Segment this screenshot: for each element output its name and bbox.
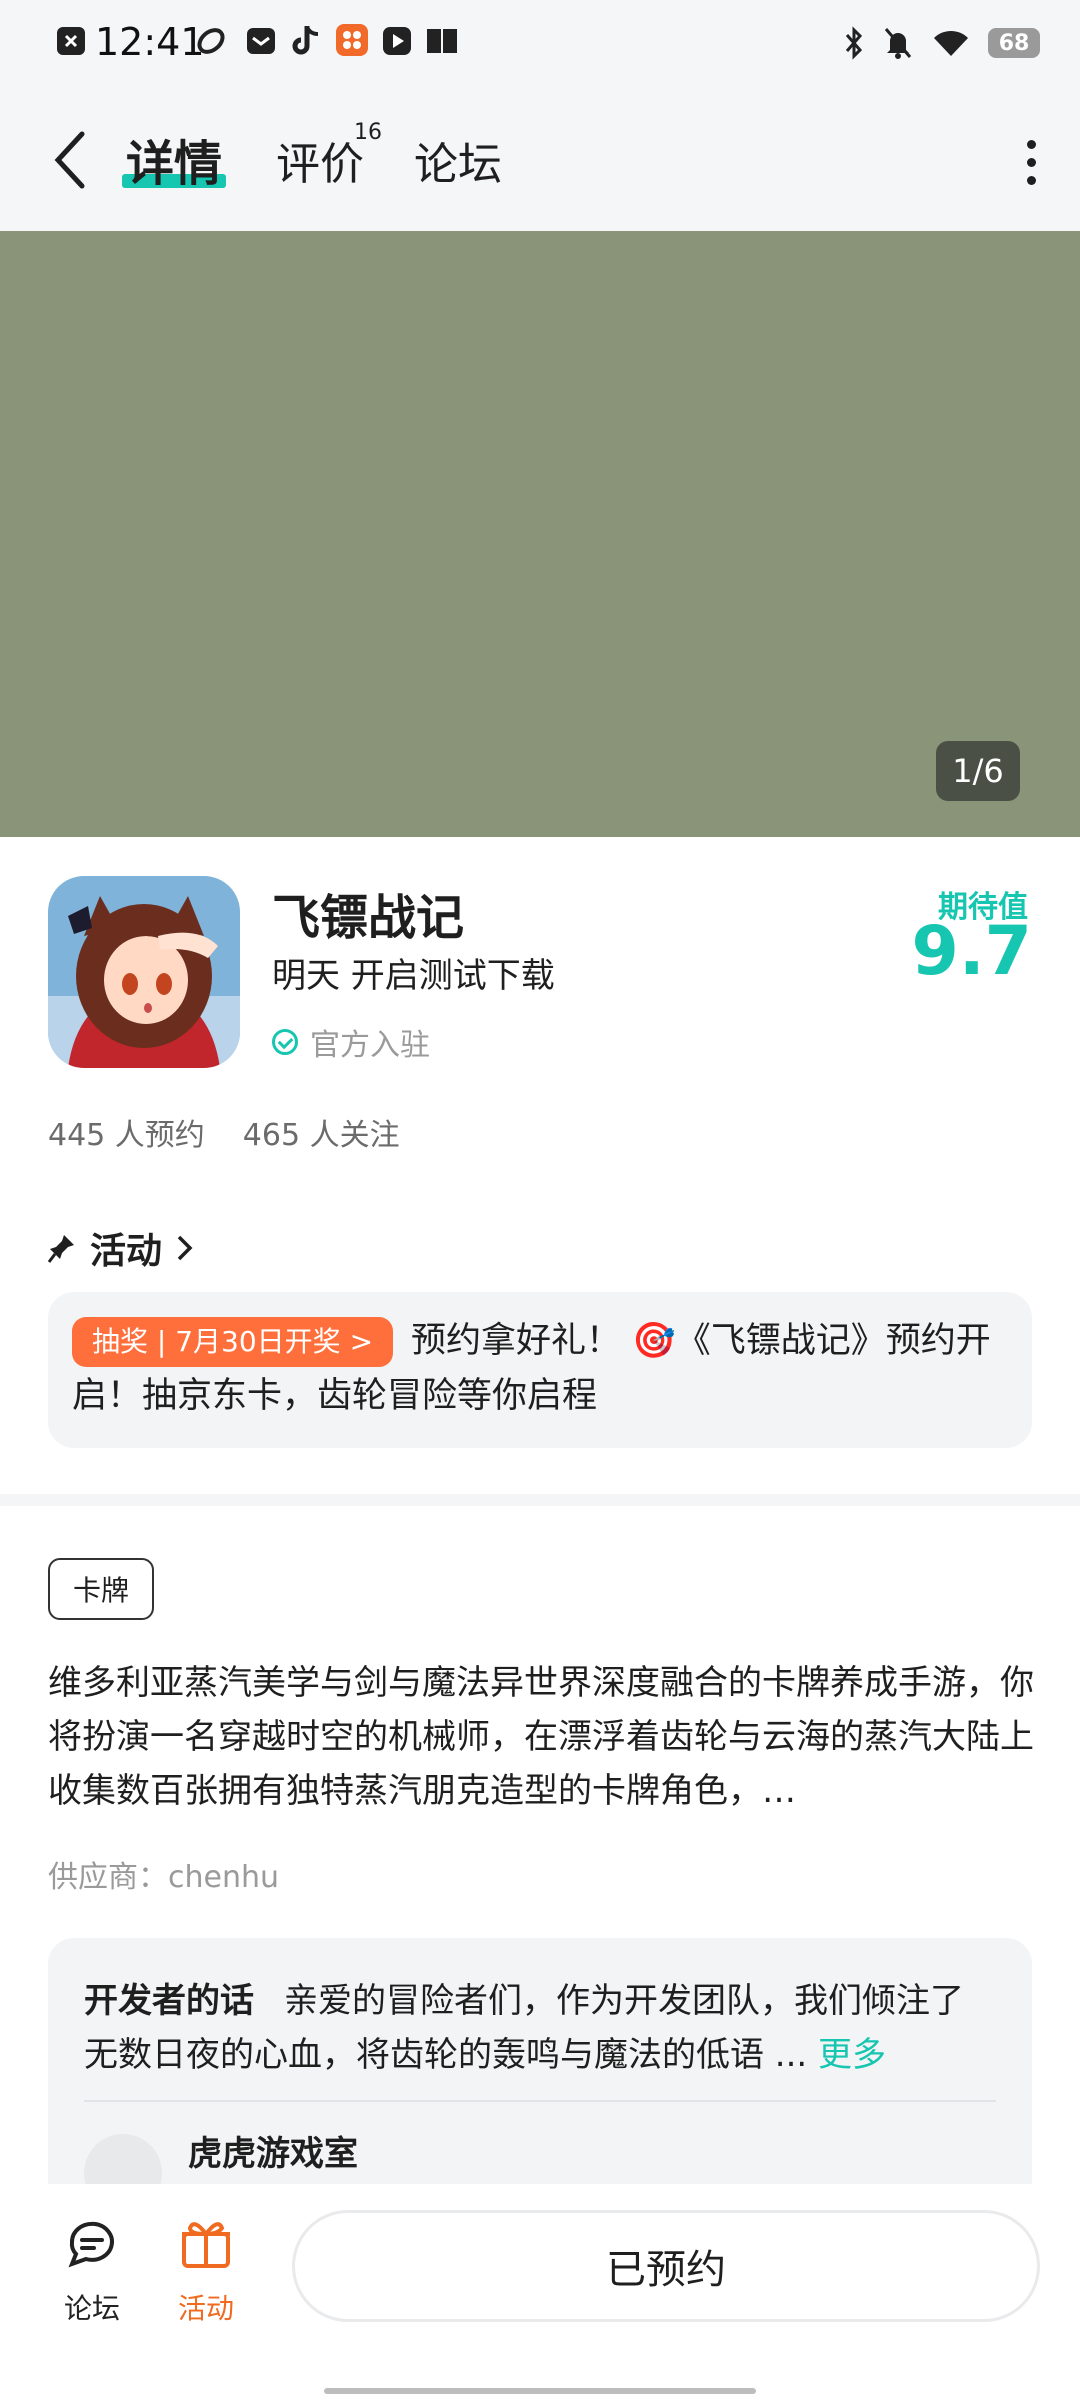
tab-reviews[interactable]: 评价 [276,128,364,192]
follower-count: 465 人关注 [242,1118,400,1153]
developer-card-divider [84,2100,996,2102]
activity-title: 活动 [90,1231,163,1272]
official-label: 官方入驻 [310,1028,430,1063]
bottom-activity-button[interactable]: 活动 [166,2212,246,2327]
back-arrow-icon[interactable] [50,130,94,190]
game-description[interactable]: 维多利亚蒸汽美学与剑与魔法异世界深度融合的卡牌养成手游，你将扮演一名穿越时空的机… [48,1656,1038,1818]
reserved-button[interactable]: 已预约 [292,2210,1040,2322]
play-icon [383,27,411,55]
category-tag[interactable]: 卡牌 [48,1558,154,1620]
orange-app-icon [336,24,368,56]
section-divider [0,1494,1080,1506]
chevron-right-icon [177,1235,193,1261]
check-circle-icon [272,1029,298,1055]
status-time: 12:41 [95,20,205,64]
lottery-badge[interactable]: 抽奖 | 7月30日开奖 > [72,1317,394,1367]
tab-details[interactable]: 详情 [126,124,222,194]
app-release-info: 明天 开启测试下载 [272,956,555,996]
wifi-icon [934,30,968,56]
bottom-action-bar: 论坛 活动 已预约 [0,2184,1080,2400]
media-banner[interactable]: 1/6 [0,231,1080,837]
banner-page-counter: 1/6 [936,741,1020,801]
battery-indicator: 68 [988,28,1040,58]
official-badge: 官方入驻 [272,1020,430,1064]
bottom-forum-button[interactable]: 论坛 [52,2212,132,2327]
activity-card[interactable]: 抽奖 | 7月30日开奖 > 预约拿好礼！ 🎯《飞镖战记》预约开启！抽京东卡，齿轮… [48,1292,1032,1448]
more-options-icon[interactable] [1026,140,1036,185]
developer-note-label: 开发者的话 [84,1981,254,2021]
app-icon [48,876,240,1068]
reservation-count: 445 人预约 [48,1118,205,1153]
home-indicator [324,2388,756,2394]
top-nav: 详情 评价 16 论坛 [0,86,1080,231]
status-bar: 12:41 68 [0,0,1080,86]
app-name: 飞镖战记 [272,890,465,946]
forum-chat-icon [68,2221,114,2268]
supplier-info: 供应商：chenhu [48,1860,280,1895]
book-icon [427,29,457,53]
close-notif-icon [57,27,85,55]
studio-name: 虎虎游戏室 [188,2134,358,2174]
mute-icon [884,28,912,59]
app-icon-1 [197,28,225,54]
status-right: 68 [844,22,1040,64]
reviews-count-badge: 16 [354,120,382,145]
tab-forum[interactable]: 论坛 [414,128,502,192]
bluetooth-icon [845,26,863,60]
developer-more-link[interactable]: 更多 [818,2035,886,2075]
developer-note-card[interactable]: 开发者的话 亲爱的冒险者们，作为开发团队，我们倾注了无数日夜的心血，将齿轮的轰鸣与… [48,1938,1032,2212]
app-stats: 445 人预约 465 人关注 [48,1110,400,1154]
gift-icon [182,2222,230,2268]
activity-section-header[interactable]: 活动 [48,1222,194,1274]
bottom-activity-label: 活动 [177,2292,234,2325]
bottom-forum-label: 论坛 [63,2292,120,2325]
pin-icon [48,1235,74,1263]
mail-icon [247,28,275,54]
tiktok-icon [292,26,319,55]
expectation-score: 9.7 [911,912,1032,991]
